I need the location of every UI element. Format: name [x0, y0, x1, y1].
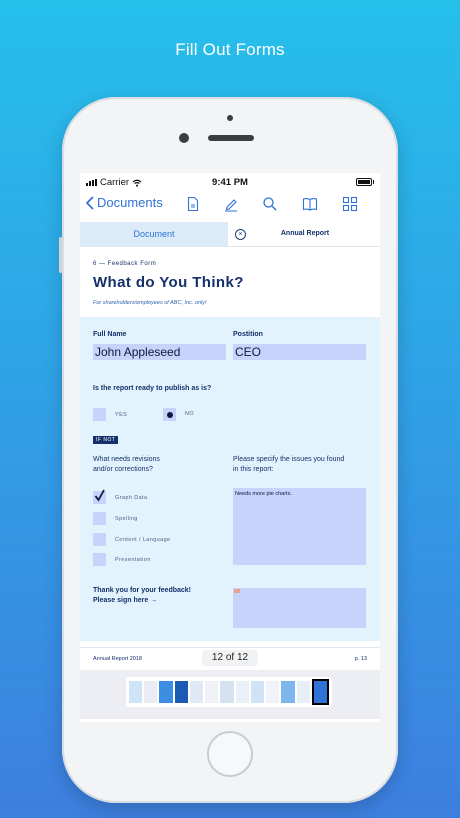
footer-page-number: p. 13 — [354, 656, 367, 662]
form-title: What do You Think? — [93, 274, 244, 291]
checkmark-icon — [94, 489, 105, 502]
if-not-badge: IF NOT — [93, 436, 119, 444]
content-language-checkbox[interactable] — [93, 533, 106, 546]
graph-data-checkbox[interactable] — [93, 489, 106, 504]
front-camera — [179, 133, 189, 143]
page-thumbnail-selected[interactable] — [311, 679, 330, 705]
position-label: Postition — [233, 331, 263, 338]
grid-icon[interactable] — [342, 196, 358, 212]
pen-icon[interactable] — [223, 196, 239, 212]
battery-icon — [356, 178, 374, 186]
document-page: 6 — Feedback Form What do You Think? For… — [80, 248, 380, 650]
spelling-checkbox[interactable] — [93, 512, 106, 525]
spelling-label: Spelling — [115, 516, 138, 522]
page-thumbnail[interactable] — [189, 681, 204, 703]
page-thumbnail[interactable] — [129, 681, 143, 703]
tab-annual-report-label: Annual Report — [280, 230, 330, 237]
tab-bar: Document Annual Report × — [80, 222, 380, 247]
chevron-left-icon — [86, 195, 94, 210]
no-checkbox[interactable] — [163, 408, 176, 421]
home-button[interactable] — [207, 731, 253, 777]
page-thumbnail[interactable] — [296, 681, 310, 703]
page-thumbnail[interactable] — [220, 681, 234, 703]
no-label: NO — [185, 411, 195, 417]
issues-value: Needs more pie charts. — [235, 491, 292, 497]
page-thumbnail[interactable] — [205, 681, 219, 703]
proximity-sensor — [227, 115, 233, 121]
document-icon[interactable] — [185, 196, 201, 212]
revisions-label-1: What needs revisions — [93, 456, 160, 463]
full-name-label: Full Name — [93, 331, 127, 338]
page-thumbnail[interactable] — [174, 681, 188, 703]
tab-document[interactable]: Document — [80, 222, 228, 246]
position-value: CEO — [235, 345, 262, 359]
book-icon[interactable] — [302, 196, 318, 212]
yes-label: YES — [115, 412, 128, 418]
page-thumbnail[interactable] — [159, 681, 173, 703]
back-button[interactable]: Documents — [86, 195, 163, 210]
graph-data-label: Graph Data — [115, 495, 148, 501]
issues-textarea[interactable]: Needs more pie charts. — [233, 488, 366, 565]
phone-frame: Carrier 9:41 PM Documents Document Annua… — [59, 97, 398, 803]
footer-report-title: Annual Report 2018 — [93, 656, 142, 662]
headline: Fill Out Forms — [175, 40, 285, 59]
screen: Carrier 9:41 PM Documents Document Annua… — [80, 173, 380, 722]
publish-question: Is the report ready to publish as is? — [93, 385, 212, 392]
thanks-label-1: Thank you for your feedback! — [93, 587, 192, 594]
status-bar: Carrier 9:41 PM — [80, 173, 380, 191]
close-tab-icon[interactable]: × — [235, 229, 246, 240]
page-indicator: 12 of 12 — [202, 650, 258, 666]
yes-checkbox[interactable] — [93, 408, 106, 421]
presentation-label: Presentation — [115, 557, 151, 563]
issues-label-2: in this report: — [233, 466, 274, 473]
position-field[interactable]: CEO — [233, 344, 366, 360]
presentation-checkbox[interactable] — [93, 553, 106, 566]
search-icon[interactable] — [262, 196, 278, 212]
toolbar: Documents — [80, 193, 380, 219]
back-label: Documents — [97, 195, 163, 210]
filled-dot-icon — [166, 411, 173, 418]
full-name-field[interactable]: John Appleseed — [93, 344, 226, 360]
tab-annual-report[interactable]: Annual Report × — [230, 222, 380, 246]
full-name-value: John Appleseed — [95, 345, 181, 359]
earpiece-speaker — [208, 135, 254, 141]
page-thumbnail[interactable] — [144, 681, 158, 703]
signature-field[interactable] — [233, 588, 366, 628]
clock: 9:41 PM — [212, 177, 248, 188]
signature-marker-icon — [234, 589, 240, 593]
thanks-label-2: Please sign here → — [93, 597, 158, 604]
form-area: Full Name John Appleseed Postition CEO I… — [80, 317, 380, 641]
form-subtitle: For shareholders/employees of ABC, Inc. … — [93, 300, 207, 306]
page-thumbnail[interactable] — [281, 681, 295, 703]
form-kicker: 6 — Feedback Form — [93, 261, 157, 267]
revisions-label-2: and/or corrections? — [93, 466, 153, 473]
thumbnail-strip[interactable] — [126, 677, 332, 707]
page-thumbnail[interactable] — [235, 681, 249, 703]
content-language-label: Content / Language — [115, 537, 171, 543]
issues-label-1: Please specify the issues you found — [233, 456, 345, 463]
page-thumbnail[interactable] — [250, 681, 265, 703]
page-thumbnail[interactable] — [266, 681, 280, 703]
